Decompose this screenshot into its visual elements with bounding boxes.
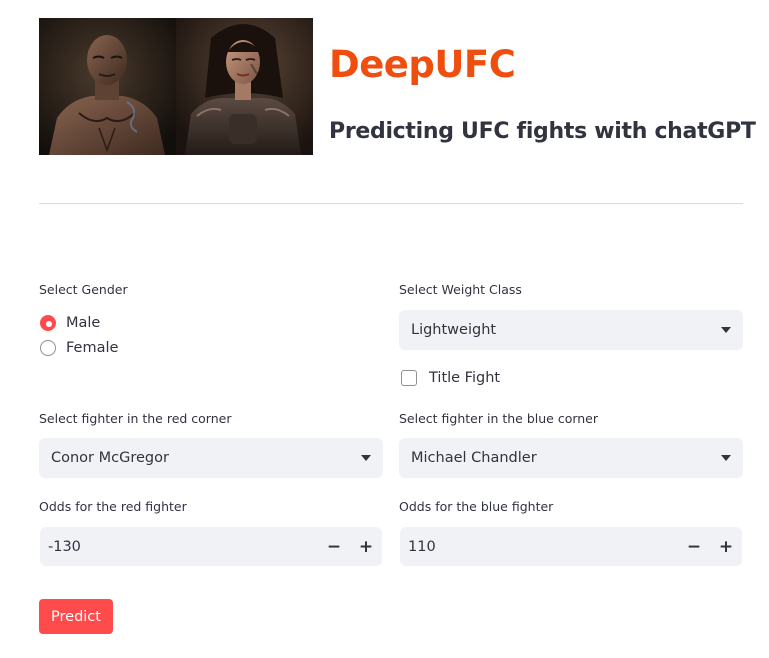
minus-icon[interactable]: −	[678, 527, 710, 566]
chevron-down-icon	[361, 455, 371, 461]
red-corner-value: Conor McGregor	[51, 450, 169, 466]
blue-corner-label: Select fighter in the blue corner	[399, 411, 599, 426]
gender-option-label: Female	[66, 340, 119, 356]
plus-icon[interactable]: +	[350, 527, 382, 566]
divider	[39, 203, 743, 204]
blue-corner-select[interactable]: Michael Chandler	[399, 438, 743, 478]
chevron-down-icon	[721, 455, 731, 461]
blue-odds-input: − +	[400, 526, 742, 567]
weight-class-select[interactable]: Lightweight	[399, 310, 743, 350]
title-fight-label: Title Fight	[429, 370, 501, 386]
gender-option-label: Male	[66, 315, 101, 331]
title-fight-checkbox[interactable]: Title Fight	[401, 368, 500, 388]
red-odds-label: Odds for the red fighter	[39, 499, 187, 514]
minus-icon[interactable]: −	[318, 527, 350, 566]
fighters-image	[39, 18, 313, 155]
app-subtitle: Predicting UFC fights with chatGPT	[329, 119, 756, 144]
blue-odds-label: Odds for the blue fighter	[399, 499, 554, 514]
red-odds-field[interactable]	[40, 526, 318, 567]
checkbox-icon	[401, 370, 417, 386]
chevron-down-icon	[721, 327, 731, 333]
gender-label: Select Gender	[39, 282, 128, 297]
red-corner-label: Select fighter in the red corner	[39, 411, 232, 426]
plus-icon[interactable]: +	[710, 527, 742, 566]
red-odds-input: − +	[40, 526, 382, 567]
radio-unselected-icon	[40, 340, 56, 356]
predict-button[interactable]: Predict	[39, 599, 113, 634]
app-title: DeepUFC	[329, 43, 516, 86]
blue-corner-value: Michael Chandler	[411, 450, 537, 466]
radio-selected-icon	[40, 315, 56, 331]
gender-option-female[interactable]: Female	[40, 338, 118, 358]
weight-class-label: Select Weight Class	[399, 282, 522, 297]
app-page: DeepUFC Predicting UFC fights with chatG…	[0, 0, 769, 658]
red-corner-select[interactable]: Conor McGregor	[39, 438, 383, 478]
blue-odds-field[interactable]	[400, 526, 678, 567]
weight-class-value: Lightweight	[411, 322, 497, 338]
gender-option-male[interactable]: Male	[40, 313, 100, 333]
